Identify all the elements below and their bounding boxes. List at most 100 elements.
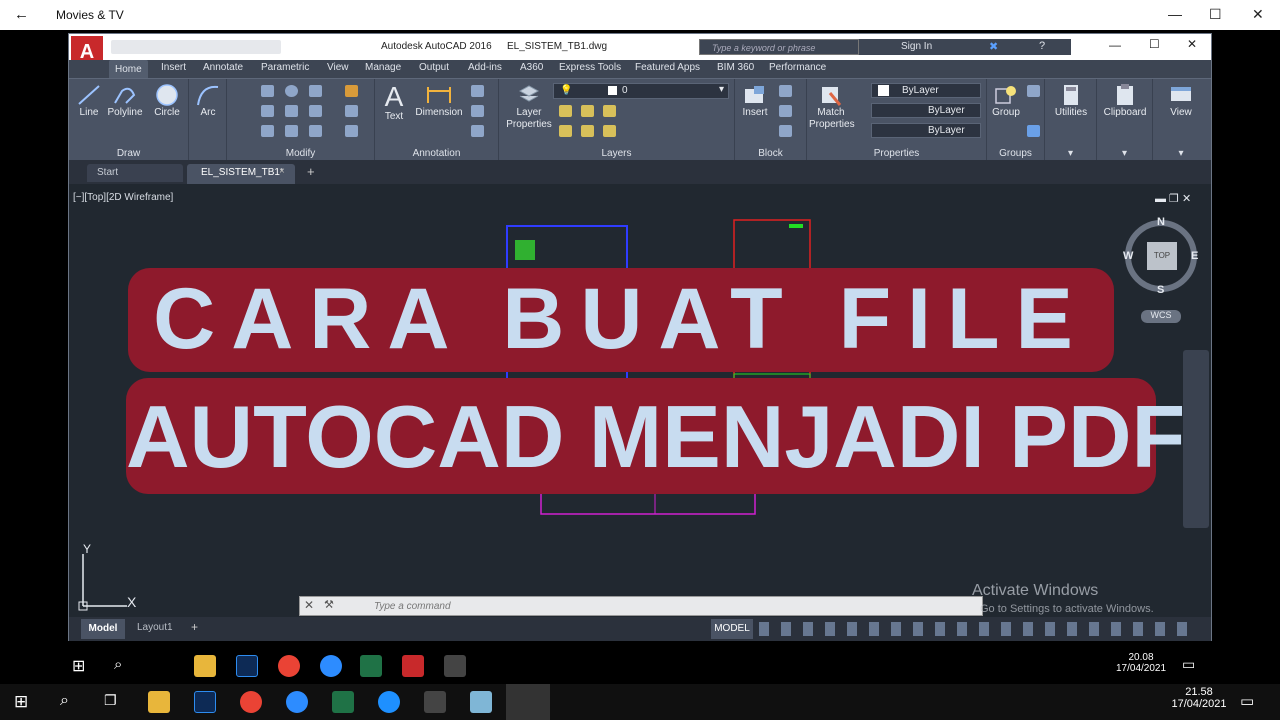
lineweight-dropdown[interactable]: ByLayer (871, 103, 981, 118)
layer-properties-tool[interactable]: Layer Properties (505, 83, 553, 131)
taskbar-zoom-icon[interactable] (286, 691, 308, 713)
back-arrow-icon[interactable]: ← (14, 6, 29, 23)
tab-featured-apps[interactable]: Featured Apps (635, 62, 700, 73)
command-close-icon[interactable]: ✕ (304, 598, 314, 612)
model-tab[interactable]: Model (81, 619, 125, 639)
tab-performance[interactable]: Performance (769, 62, 826, 73)
array-icon[interactable] (309, 125, 322, 137)
tab-annotate[interactable]: Annotate (203, 62, 243, 73)
tab-express-tools[interactable]: Express Tools (559, 62, 621, 73)
autocad-taskbar-icon[interactable] (402, 655, 424, 677)
layer-dropdown[interactable]: 💡 0 ▾ (553, 83, 729, 99)
viewcube-top[interactable]: TOP (1147, 242, 1177, 270)
task-view-icon[interactable]: ❐ (104, 692, 117, 709)
annotation-panel-label[interactable]: Annotation (375, 148, 498, 159)
view-tool[interactable]: View (1157, 83, 1205, 118)
add-layout-icon[interactable]: + (191, 620, 198, 634)
inner-notification-icon[interactable]: ▭ (1182, 656, 1195, 673)
arc-tool[interactable]: Arc (193, 83, 223, 118)
acad-close-icon[interactable]: ✕ (1187, 37, 1197, 51)
tab-parametric[interactable]: Parametric (261, 62, 309, 73)
mirror-icon[interactable] (285, 105, 298, 117)
draw-panel-label[interactable]: Draw (69, 148, 188, 159)
taskbar-photoshop-icon[interactable] (194, 691, 216, 713)
rotate-icon[interactable] (285, 85, 298, 97)
layer-freeze-icon[interactable] (581, 105, 594, 117)
groups-panel-label[interactable]: Groups (987, 148, 1044, 159)
explode-icon[interactable] (345, 105, 358, 117)
start-icon[interactable]: ⊞ (72, 656, 85, 676)
navigation-bar[interactable] (1183, 350, 1209, 528)
inner-clock[interactable]: 20.08 17/04/2021 (1116, 652, 1166, 674)
clipboard-tool[interactable]: Clipboard (1099, 83, 1151, 118)
layers-panel-label[interactable]: Layers (499, 148, 734, 159)
create-block-icon[interactable] (779, 85, 792, 97)
layer-isolate-icon[interactable] (559, 105, 572, 117)
tab-drawing[interactable]: EL_SISTEM_TB1* × (187, 164, 295, 184)
utilities-tool[interactable]: Utilities (1047, 83, 1095, 118)
color-dropdown[interactable]: ByLayer (871, 83, 981, 98)
exchange-icon[interactable]: ✖ (989, 40, 998, 53)
windows-start-icon[interactable]: ⊞ (14, 692, 28, 712)
tab-start[interactable]: Start (87, 164, 183, 182)
block-panel-label[interactable]: Block (735, 148, 806, 159)
taskbar-excel-icon[interactable] (332, 691, 354, 713)
scale-icon[interactable] (285, 125, 298, 137)
tab-insert[interactable]: Insert (161, 62, 186, 73)
insert-tool[interactable]: Insert (737, 83, 773, 118)
file-explorer-icon[interactable] (194, 655, 216, 677)
taskbar-edge-icon[interactable] (378, 691, 400, 713)
taskbar-search-icon[interactable]: ⌕ (60, 692, 69, 710)
sign-in[interactable]: Sign In (901, 41, 932, 52)
layer-match-icon[interactable] (559, 125, 572, 137)
edit-block-icon[interactable] (779, 105, 792, 117)
taskbar-chrome-icon[interactable] (240, 691, 262, 713)
photoshop-icon[interactable] (236, 655, 258, 677)
fillet-icon[interactable] (309, 105, 322, 117)
text-tool[interactable]: A Text (379, 81, 409, 122)
quick-access-toolbar[interactable] (111, 40, 281, 54)
wcs-menu[interactable]: WCS (1141, 310, 1181, 323)
search-box[interactable]: Type a keyword or phrase (699, 39, 859, 55)
close-icon[interactable]: ✕ (1252, 6, 1264, 23)
outer-notification-icon[interactable]: ▭ (1240, 692, 1254, 710)
taskbar-app-icon[interactable] (470, 691, 492, 713)
chrome-icon[interactable] (278, 655, 300, 677)
erase-icon[interactable] (345, 85, 358, 97)
block-attribute-icon[interactable] (779, 125, 792, 137)
info-center[interactable]: Sign In ✖ ? (859, 39, 1071, 55)
view-chevron-icon[interactable]: ▾ (1153, 148, 1209, 159)
layer-lock-icon[interactable] (581, 125, 594, 137)
recorder-icon[interactable] (444, 655, 466, 677)
tab-add-ins[interactable]: Add-ins (468, 62, 502, 73)
taskbar-movies-tv-icon[interactable] (506, 684, 550, 720)
tab-close-icon[interactable]: × (279, 166, 285, 177)
tab-bim-360[interactable]: BIM 360 (717, 62, 754, 73)
stretch-icon[interactable] (261, 125, 274, 137)
group-select-icon[interactable] (1027, 125, 1040, 137)
polyline-tool[interactable]: Polyline (105, 83, 145, 118)
dimension-tool[interactable]: Dimension (413, 83, 465, 118)
zoom-icon[interactable] (320, 655, 342, 677)
group-tool[interactable]: Group (989, 83, 1023, 118)
trim-icon[interactable] (309, 85, 322, 97)
tab-home[interactable]: Home (109, 60, 148, 79)
command-wrench-icon[interactable]: ⚒ (324, 598, 334, 611)
outer-clock[interactable]: 21.58 17/04/2021 (1164, 686, 1234, 710)
table-icon[interactable] (471, 105, 484, 117)
search-input[interactable]: Type a keyword or phrase (712, 43, 815, 53)
modify-panel-label[interactable]: Modify (227, 148, 374, 159)
layer-unlock-icon[interactable] (603, 125, 616, 137)
taskbar-file-explorer-icon[interactable] (148, 691, 170, 713)
utilities-chevron-icon[interactable]: ▾ (1045, 148, 1096, 159)
command-line[interactable]: ✕ ⚒ Type a command (299, 596, 983, 616)
linetype-dropdown[interactable]: ByLayer (871, 123, 981, 138)
model-space-button[interactable]: MODEL (711, 619, 753, 639)
markup-icon[interactable] (471, 125, 484, 137)
command-input[interactable]: Type a command (374, 601, 451, 612)
maximize-icon[interactable]: ☐ (1209, 6, 1222, 23)
help-icon[interactable]: ? (1039, 40, 1045, 52)
match-properties-tool[interactable]: Match Properties (809, 83, 855, 131)
layout1-tab[interactable]: Layout1 (137, 622, 173, 633)
excel-icon[interactable] (360, 655, 382, 677)
